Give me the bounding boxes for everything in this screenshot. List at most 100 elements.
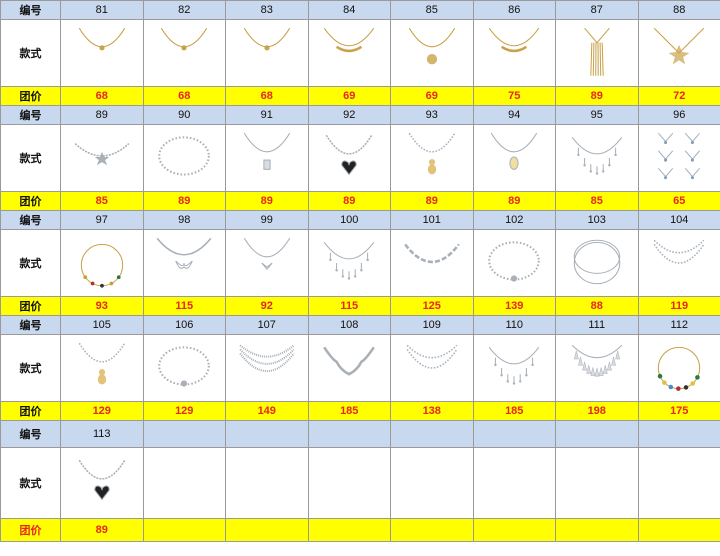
empty-cell (225, 420, 309, 448)
locket-necklace-icon (408, 27, 455, 65)
item-price: 198 (555, 401, 639, 421)
item-id: 81 (60, 0, 144, 20)
layered-chain-necklace-icon (406, 344, 458, 369)
black-heart-necklace-icon (325, 134, 373, 176)
empty-cell (307, 447, 391, 519)
price-label: 团价 (0, 296, 61, 316)
item-id: 84 (307, 0, 391, 20)
style-label: 款式 (0, 19, 61, 87)
item-image (60, 19, 144, 87)
id-row: 编号 113 (0, 420, 720, 448)
item-id: 101 (390, 210, 474, 230)
dangle-charm-necklace-icon (571, 137, 622, 175)
item-image (225, 19, 309, 87)
item-image (390, 229, 474, 297)
id-label: 编号 (0, 105, 61, 125)
empty-cell (472, 420, 556, 448)
item-price: 129 (142, 401, 226, 421)
item-price: 89 (225, 191, 309, 211)
item-image (637, 229, 720, 297)
empty-cell (637, 447, 720, 519)
price-row: 团价 93 115 92 115 125 139 88 119 (0, 296, 720, 316)
catalog-table: 编号 81 82 83 84 85 86 87 88 款式 团价 68 68 68 69 69 75 89 72 编号… (0, 0, 720, 542)
id-label: 编号 (0, 420, 61, 448)
id-row: 编号 89 90 91 92 93 94 95 96 (0, 105, 720, 125)
item-price: 93 (60, 296, 144, 316)
item-image (637, 19, 720, 87)
link-chain-necklace-icon (403, 243, 460, 264)
crystal-fringe-necklace-icon (489, 347, 540, 385)
item-price: 65 (637, 191, 720, 211)
item-id: 103 (555, 210, 639, 230)
twisted-vine-necklace-icon (323, 346, 376, 376)
item-price: 68 (60, 86, 144, 106)
style-row: 款式 (0, 19, 720, 87)
triple-tennis-necklace-icon (239, 344, 295, 372)
style-label: 款式 (0, 229, 61, 297)
price-sheet: 编号 81 82 83 84 85 86 87 88 款式 团价 68 68 68 69 69 75 89 72 编号… (0, 0, 720, 556)
item-price: 92 (225, 296, 309, 316)
item-id: 82 (142, 0, 226, 20)
item-id: 108 (307, 315, 391, 335)
small-pendant-necklace-icon (243, 27, 290, 51)
pearl-choker-icon (488, 241, 541, 282)
empty-cell (555, 420, 639, 448)
item-id: 98 (142, 210, 226, 230)
item-id: 94 (472, 105, 556, 125)
item-id: 113 (60, 420, 144, 448)
empty-cell (555, 447, 639, 519)
item-price: 138 (390, 401, 474, 421)
item-id: 93 (390, 105, 474, 125)
item-id: 95 (555, 105, 639, 125)
item-image (142, 229, 226, 297)
item-image (225, 124, 309, 192)
item-id: 97 (60, 210, 144, 230)
item-image (60, 334, 144, 402)
item-id: 96 (637, 105, 720, 125)
item-id: 99 (225, 210, 309, 230)
item-image (555, 19, 639, 87)
item-image (390, 334, 474, 402)
item-image (307, 334, 391, 402)
item-id: 85 (390, 0, 474, 20)
dotted-bar-necklace-icon (489, 27, 540, 53)
price-row: 团价 89 (0, 518, 720, 542)
style-label: 款式 (0, 334, 61, 402)
price-row: 团价 68 68 68 69 69 75 89 72 (0, 86, 720, 106)
item-price: 89 (472, 191, 556, 211)
item-image (555, 229, 639, 297)
item-price: 85 (555, 191, 639, 211)
item-image (472, 19, 556, 87)
cameo-pearl-necklace-icon (491, 132, 538, 170)
item-id: 110 (472, 315, 556, 335)
id-label: 编号 (0, 210, 61, 230)
item-price: 149 (225, 401, 309, 421)
item-id: 83 (225, 0, 309, 20)
price-row: 团价 85 89 89 89 89 89 85 65 (0, 191, 720, 211)
empty-cell (225, 447, 309, 519)
item-image (142, 124, 226, 192)
empty-cell (472, 447, 556, 519)
item-id: 87 (555, 0, 639, 20)
item-price: 89 (142, 191, 226, 211)
layered-pearl-necklace-icon (653, 239, 705, 264)
star-chain-necklace-icon (74, 142, 130, 166)
item-id: 104 (637, 210, 720, 230)
item-image (637, 334, 720, 402)
bow-chain-necklace-icon (156, 237, 212, 269)
price-label: 团价 (0, 191, 61, 211)
item-image (142, 334, 226, 402)
empty-cell (637, 420, 720, 448)
empty-cell (142, 420, 226, 448)
item-price: 89 (60, 518, 144, 542)
star-cluster-necklace-icon (654, 27, 705, 65)
empty-cell (555, 518, 639, 542)
item-image (390, 124, 474, 192)
item-image (307, 229, 391, 297)
id-row: 编号 97 98 99 100 101 102 103 104 (0, 210, 720, 230)
wave-bar-necklace-icon (324, 27, 375, 53)
tassel-necklace-icon (583, 27, 610, 76)
price-label: 团价 (0, 518, 61, 542)
item-image (472, 334, 556, 402)
style-label: 款式 (0, 447, 61, 519)
